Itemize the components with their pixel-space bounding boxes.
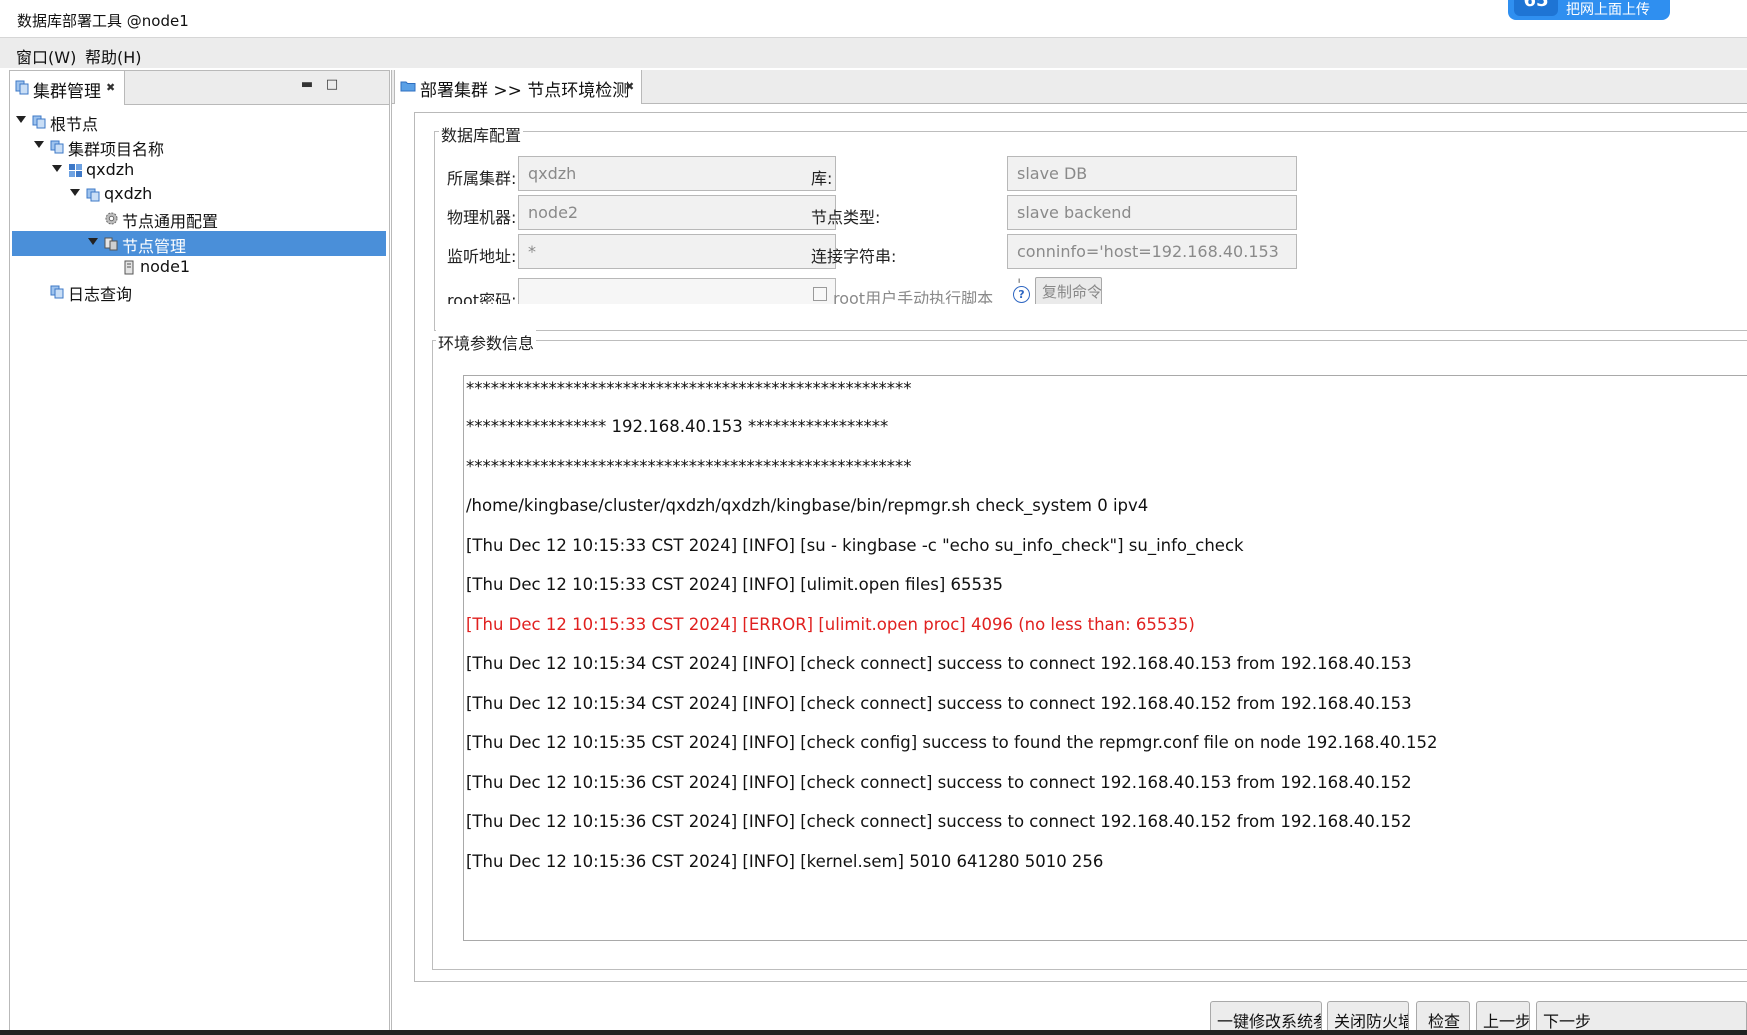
tree-item-root[interactable]: 根节点 [12,109,386,134]
tree-item-log-query[interactable]: 日志查询 [12,279,386,304]
tab-cluster-management-label: 集群管理 [33,82,101,102]
tree-item-label: qxdzh [104,184,153,203]
taskbar-edge [0,1030,1747,1035]
tree-item-label: 日志查询 [68,285,133,304]
log-line-error: [Thu Dec 12 10:15:33 CST 2024] [ERROR] [… [466,615,1195,634]
db-config-title: 数据库配置 [439,122,524,146]
tree-item-project[interactable]: 集群项目名称 [12,134,386,159]
db-config-group: 数据库配置 所属集群: qxdzh 库: slave DB 物理机器: node… [434,122,1747,331]
database-group-icon [69,164,82,177]
tree-item-label: node1 [140,257,191,276]
log-line: [Thu Dec 12 10:15:34 CST 2024] [INFO] [c… [466,694,1412,713]
root-row-clip: root密码: root用户手动执行脚本 ? 复制命令 [435,272,1315,304]
menu-window[interactable]: 窗口(W) [16,44,76,68]
expand-arrow-icon[interactable] [16,116,26,123]
env-log-textarea[interactable]: ****************************************… [463,375,1747,941]
cluster-icon [50,140,64,154]
root-password-field[interactable] [518,278,836,304]
help-icon[interactable]: ? [1013,286,1030,303]
tree-item-qxdzh[interactable]: qxdzh [12,182,386,207]
upload-badge-icon: 65 [1514,0,1558,16]
content-frame: 数据库配置 所属集群: qxdzh 库: slave DB 物理机器: node… [414,112,1747,982]
editor-area: 部署集群 >> 节点环境检测 ✖ 数据库配置 所属集群: qxdzh 库: sl… [391,70,1747,1035]
tree-item-node1[interactable]: node1 [12,255,386,280]
machine-label: 物理机器: [447,208,517,227]
expand-arrow-icon[interactable] [88,238,98,245]
conn-string-label: 连接字符串: [811,247,897,266]
lib-field[interactable]: slave DB [1007,156,1297,191]
log-line: [Thu Dec 12 10:15:36 CST 2024] [INFO] [c… [466,812,1412,831]
lib-label: 库: [811,169,833,188]
tab-node-env-check[interactable]: 部署集群 >> 节点环境检测 ✖ [394,70,642,104]
log-line: [Thu Dec 12 10:15:36 CST 2024] [INFO] [k… [466,852,1104,871]
node-type-field[interactable]: slave backend [1007,195,1297,230]
tree-item-qxdzh-group[interactable]: qxdzh [12,158,386,183]
env-params-group: 环境参数信息 *********************************… [432,330,1747,970]
conn-string-field[interactable]: conninfo='host=192.168.40.153 ' [1007,234,1297,294]
maximize-icon[interactable]: □ [323,77,341,95]
log-line: [Thu Dec 12 10:15:35 CST 2024] [INFO] [c… [466,733,1438,752]
window-title: 数据库部署工具 @node1 [17,12,189,30]
upload-badge-text: 把网上面上传 [1566,2,1650,18]
root-manual-label: root用户手动执行脚本 [833,289,993,304]
close-icon[interactable]: ✖ [106,81,115,94]
server-icon [124,260,134,275]
upload-badge[interactable]: 65 把网上面上传 [1508,0,1670,20]
env-params-title: 环境参数信息 [436,330,537,354]
log-line: [Thu Dec 12 10:15:34 CST 2024] [INFO] [c… [466,654,1412,673]
tree-item-label: qxdzh [86,160,135,179]
gear-icon [105,212,118,225]
tree-item-label: 节点通用配置 [122,212,219,231]
expand-arrow-icon[interactable] [52,165,62,172]
menu-help[interactable]: 帮助(H) [85,44,142,68]
log-line: [Thu Dec 12 10:15:36 CST 2024] [INFO] [c… [466,773,1412,792]
cluster-icon [86,188,100,202]
left-tabbar: 集群管理 ✖ ▬ □ [10,71,389,105]
tree-item-label: 集群项目名称 [68,140,165,159]
log-line: [Thu Dec 12 10:15:33 CST 2024] [INFO] [s… [466,536,1244,555]
menu-bar: 窗口(W) 帮助(H) [0,38,1747,68]
root-manual-checkbox[interactable] [813,287,827,301]
listen-label: 监听地址: [447,247,517,266]
tab-cluster-management[interactable]: 集群管理 ✖ [10,71,125,105]
log-line: ***************** 192.168.40.153 *******… [466,417,889,436]
tree-item-label: 根节点 [50,115,99,134]
log-line: ****************************************… [466,379,912,398]
machine-field[interactable]: node2 [518,195,836,230]
folder-icon [400,81,416,92]
tab-node-env-check-label: 部署集群 >> 节点环境检测 [420,81,630,101]
root-password-label: root密码: [447,291,517,304]
cluster-label: 所属集群: [447,169,517,188]
cluster-management-view: 集群管理 ✖ ▬ □ 根节点 集群项目名称 qxdzh qxdzh 节点通用配置… [9,70,390,1035]
expand-arrow-icon[interactable] [34,141,44,148]
window-titlebar: 数据库部署工具 @node1 65 把网上面上传 [0,0,1747,38]
cluster-icon [32,115,46,129]
cluster-icon [15,80,29,95]
cluster-field[interactable]: qxdzh [518,156,836,191]
log-line: ****************************************… [466,457,912,476]
listen-field[interactable]: * [518,234,836,269]
node-manage-icon [104,237,118,251]
cluster-icon [50,285,64,299]
tree-item-node-management[interactable]: 节点管理 [12,231,386,256]
editor-tabbar: 部署集群 >> 节点环境检测 ✖ [392,70,1747,104]
log-line: [Thu Dec 12 10:15:33 CST 2024] [INFO] [u… [466,575,1003,594]
minimize-icon[interactable]: ▬ [298,77,316,95]
tree-item-node-common-config[interactable]: 节点通用配置 [12,206,386,231]
close-icon[interactable]: ✖ [625,80,634,93]
tree-item-label: 节点管理 [122,237,187,256]
log-line: /home/kingbase/cluster/qxdzh/qxdzh/kingb… [466,496,1149,515]
copy-command-button[interactable]: 复制命令 [1035,277,1102,304]
node-type-label: 节点类型: [811,208,881,227]
expand-arrow-icon[interactable] [70,189,80,196]
